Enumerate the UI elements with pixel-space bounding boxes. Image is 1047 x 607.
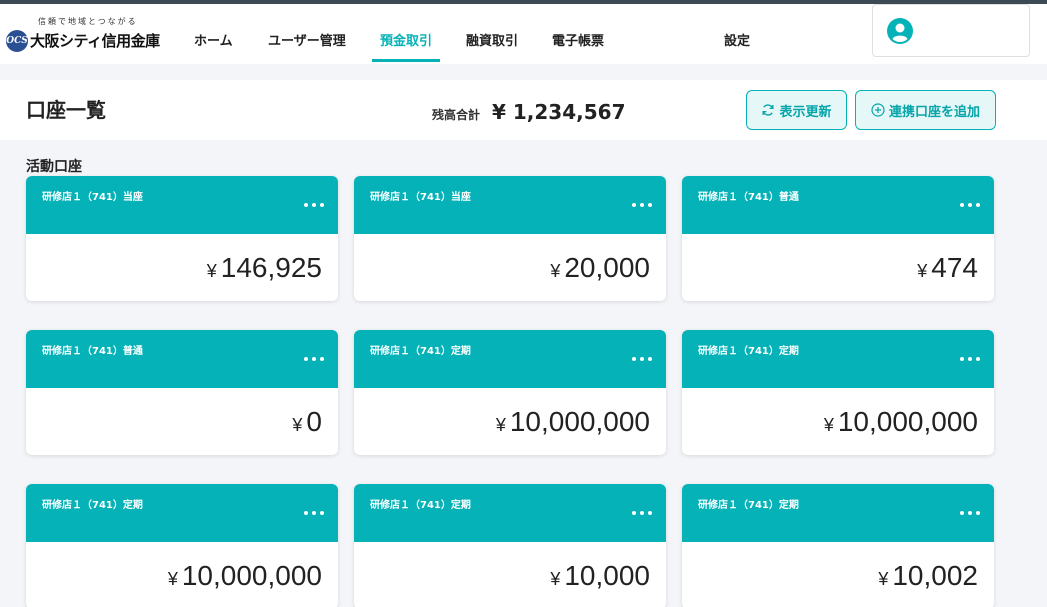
account-label: 研修店１（741）定期 [42, 500, 143, 511]
more-options-icon[interactable] [304, 506, 324, 520]
account-balance: ¥10,000,000 [496, 406, 650, 438]
account-label: 研修店１（741）定期 [370, 500, 471, 511]
account-card-header: 研修店１（741）当座 [26, 176, 338, 234]
account-label: 研修店１（741）定期 [698, 346, 799, 357]
account-balance: ¥474 [917, 252, 978, 284]
nav-e-reports[interactable]: 電子帳票 [552, 30, 604, 49]
add-linked-account-label: 連携口座を追加 [888, 104, 980, 120]
refresh-icon [762, 104, 774, 116]
account-card[interactable]: 研修店１（741）定期 ¥10,000,000 [682, 330, 994, 455]
section-title-active-accounts: 活動口座 [26, 159, 82, 175]
account-card-header: 研修店１（741）定期 [682, 484, 994, 542]
account-label: 研修店１（741）定期 [370, 346, 471, 357]
account-balance: ¥10,000,000 [168, 560, 322, 592]
yen-symbol: ¥ [206, 261, 217, 281]
account-balance-value: 10,002 [892, 560, 978, 591]
account-balance: ¥20,000 [550, 252, 650, 284]
add-linked-account-button[interactable]: 連携口座を追加 [855, 90, 996, 130]
account-card[interactable]: 研修店１（741）定期 ¥10,000,000 [354, 330, 666, 455]
more-options-icon[interactable] [960, 352, 980, 366]
user-menu[interactable] [872, 4, 1030, 57]
account-label: 研修店１（741）定期 [698, 500, 799, 511]
account-balance: ¥0 [292, 406, 322, 438]
account-card[interactable]: 研修店１（741）当座 ¥146,925 [26, 176, 338, 301]
yen-symbol: ¥ [878, 569, 889, 589]
nav-loan-transactions[interactable]: 融資取引 [466, 30, 518, 49]
account-label: 研修店１（741）当座 [370, 192, 471, 203]
account-label: 研修店１（741）当座 [42, 192, 143, 203]
more-options-icon[interactable] [304, 198, 324, 212]
account-balance: ¥10,000,000 [824, 406, 978, 438]
yen-symbol: ¥ [167, 569, 178, 589]
title-bar: 口座一覧 残高合計 ¥ 1,234,567 表示更新 連携口座を追加 [0, 80, 1047, 140]
account-balance-value: 10,000,000 [509, 406, 650, 437]
nav-deposit-transactions[interactable]: 預金取引 [380, 30, 432, 49]
bank-logo[interactable]: 信頼で地域とつながる OCS 大阪シティ信用金庫 [6, 16, 176, 56]
nav-active-indicator [372, 59, 440, 62]
account-card-header: 研修店１（741）普通 [26, 330, 338, 388]
yen-symbol: ¥ [823, 415, 834, 435]
account-card-header: 研修店１（741）当座 [354, 176, 666, 234]
account-card[interactable]: 研修店１（741）普通 ¥0 [26, 330, 338, 455]
total-balance-value: ¥ 1,234,567 [492, 100, 626, 124]
plus-circle-icon [871, 103, 885, 117]
account-card[interactable]: 研修店１（741）定期 ¥10,002 [682, 484, 994, 607]
account-card[interactable]: 研修店１（741）当座 ¥20,000 [354, 176, 666, 301]
account-card[interactable]: 研修店１（741）定期 ¥10,000 [354, 484, 666, 607]
account-card-header: 研修店１（741）定期 [682, 330, 994, 388]
nav-home[interactable]: ホーム [194, 30, 233, 49]
account-balance-value: 10,000 [564, 560, 650, 591]
yen-symbol: ¥ [550, 261, 561, 281]
account-card-header: 研修店１（741）定期 [26, 484, 338, 542]
account-balance: ¥10,000 [550, 560, 650, 592]
more-options-icon[interactable] [632, 352, 652, 366]
account-balance: ¥10,002 [878, 560, 978, 592]
nav-settings[interactable]: 設定 [724, 30, 750, 49]
total-balance-label: 残高合計 [432, 108, 481, 122]
yen-symbol: ¥ [292, 415, 303, 435]
logo-name: 大阪シティ信用金庫 [30, 32, 160, 50]
account-card[interactable]: 研修店１（741）定期 ¥10,000,000 [26, 484, 338, 607]
account-balance-value: 0 [306, 406, 322, 437]
page-title: 口座一覧 [26, 98, 106, 122]
nav-user-management[interactable]: ユーザー管理 [268, 30, 346, 49]
account-label: 研修店１（741）普通 [42, 346, 143, 357]
yen-symbol: ¥ [550, 569, 561, 589]
yen-symbol: ¥ [917, 261, 928, 281]
more-options-icon[interactable] [960, 506, 980, 520]
account-balance: ¥146,925 [207, 252, 322, 284]
yen-symbol: ¥ [495, 415, 506, 435]
refresh-button[interactable]: 表示更新 [746, 90, 847, 130]
account-card-header: 研修店１（741）定期 [354, 330, 666, 388]
account-balance-value: 474 [931, 252, 978, 283]
logo-mark-icon: OCS [6, 30, 28, 52]
more-options-icon[interactable] [304, 352, 324, 366]
account-balance-value: 146,925 [220, 252, 322, 283]
account-card[interactable]: 研修店１（741）普通 ¥474 [682, 176, 994, 301]
account-balance-value: 20,000 [564, 252, 650, 283]
more-options-icon[interactable] [960, 198, 980, 212]
account-label: 研修店１（741）普通 [698, 192, 799, 203]
user-avatar-icon[interactable] [887, 18, 913, 44]
more-options-icon[interactable] [632, 506, 652, 520]
account-balance-value: 10,000,000 [181, 560, 322, 591]
account-card-header: 研修店１（741）定期 [354, 484, 666, 542]
logo-tagline: 信頼で地域とつながる [38, 17, 138, 26]
account-card-header: 研修店１（741）普通 [682, 176, 994, 234]
account-balance-value: 10,000,000 [837, 406, 978, 437]
more-options-icon[interactable] [632, 198, 652, 212]
refresh-button-label: 表示更新 [779, 104, 832, 120]
